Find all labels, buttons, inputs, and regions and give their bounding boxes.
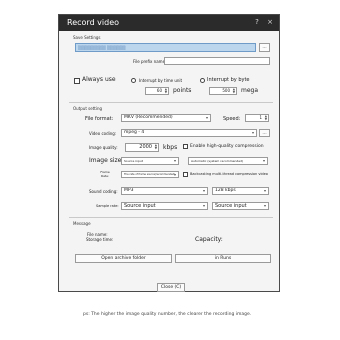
frame-rate-value: The rate of frame source(recommended) <box>124 173 176 176</box>
image-size-value: Source input <box>124 159 143 163</box>
speed-label: Speed: <box>223 116 241 122</box>
file-format-value: MKV (Recommended) <box>124 115 173 120</box>
video-coding-select[interactable]: mpeg - 4 ▾ <box>121 129 257 137</box>
chevron-down-icon: ▾ <box>262 158 265 163</box>
browse-path-button[interactable]: ... <box>259 43 270 52</box>
sound-bitrate-value: 128 kbps <box>215 188 236 193</box>
sample-rate-select[interactable]: Source input ▾ <box>121 202 208 210</box>
byte-stepper[interactable]: 500 ▲ ▼ <box>209 87 237 95</box>
time-stepper[interactable]: 60 ▲ ▼ <box>145 87 169 95</box>
image-size-label: Image size: <box>89 157 124 164</box>
caption-text: ps: The higher the image quality number,… <box>83 312 252 317</box>
multithread-checkbox[interactable] <box>183 172 188 177</box>
storage-time-label: Storage time: <box>86 237 114 242</box>
chevron-down-icon: ▾ <box>263 188 266 193</box>
output-setting-heading: Output setting <box>73 106 103 111</box>
speed-stepper[interactable]: 1 ▲ ▼ <box>245 114 269 122</box>
time-unit-label: points <box>173 87 192 94</box>
sound-bitrate-select[interactable]: 128 kbps ▾ <box>212 187 269 195</box>
file-prefix-input[interactable] <box>164 57 270 65</box>
quality-unit-label: kbps <box>163 144 178 151</box>
help-button[interactable]: ? <box>252 17 262 28</box>
image-size-select[interactable]: Source input ▾ <box>121 157 179 165</box>
chevron-down-icon: ▾ <box>202 188 205 193</box>
image-quality-label: Image quality: <box>89 145 118 150</box>
message-heading: Message <box>73 221 91 226</box>
spin-arrows-icon[interactable]: ▲ ▼ <box>165 88 167 94</box>
chevron-down-icon: ▾ <box>202 203 205 208</box>
close-button[interactable]: Close (C) <box>157 283 185 292</box>
always-use-label: Always use <box>82 76 116 83</box>
always-use-checkbox[interactable] <box>74 78 80 84</box>
spin-arrows-icon[interactable]: ▲ ▼ <box>155 144 157 150</box>
image-quality-value: 2000 <box>139 144 152 150</box>
title-bar: Record video ? × <box>59 15 279 31</box>
chevron-down-icon: ▾ <box>251 130 254 135</box>
multithread-label: Backcasting multi-thread compression vid… <box>190 172 268 176</box>
file-format-label: File format: <box>85 116 114 122</box>
divider <box>69 102 273 103</box>
chevron-down-icon: ▾ <box>263 203 266 208</box>
video-coding-label: Video coding: <box>89 131 117 136</box>
speed-value: 1 <box>259 115 262 120</box>
frame-rate-label: Frame Rate: <box>100 170 110 178</box>
interrupt-byte-radio[interactable] <box>200 78 205 83</box>
spin-arrows-icon[interactable]: ▲ ▼ <box>265 115 267 121</box>
close-icon[interactable]: × <box>265 17 275 28</box>
high-quality-checkbox[interactable] <box>183 144 188 149</box>
in-runs-button[interactable]: in Runs <box>175 254 271 263</box>
save-path-input[interactable]: ▒▒▒▒▒▒▒▒▒ ▒▒▒▒▒▒ <box>75 43 256 52</box>
chevron-down-icon: ▾ <box>173 172 176 177</box>
chevron-down-icon: ▾ <box>173 158 176 163</box>
frame-rate-select[interactable]: The rate of frame source(recommended) ▾ <box>121 171 179 178</box>
file-prefix-label: File prefix name: <box>133 59 167 64</box>
sample-rate-label: Sample rate: <box>96 204 119 208</box>
dialog-title: Record video <box>67 18 120 27</box>
interrupt-time-radio[interactable] <box>131 78 136 83</box>
chevron-down-icon: ▾ <box>205 115 208 120</box>
channel-value: Source input <box>215 203 247 209</box>
byte-unit-label: mega <box>241 87 259 94</box>
image-quality-stepper[interactable]: 2000 ▲ ▼ <box>125 143 159 152</box>
time-value: 60 <box>156 88 162 93</box>
codec-settings-button[interactable]: ... <box>259 129 270 137</box>
byte-value: 500 <box>222 88 230 93</box>
open-archive-folder-button[interactable]: Open archive folder <box>75 254 172 263</box>
video-coding-value: mpeg - 4 <box>124 130 145 135</box>
interrupt-time-label: Interrupt by time unit <box>139 78 183 83</box>
record-video-dialog: Record video ? × Save Settings ▒▒▒▒▒▒▒▒▒… <box>58 14 280 292</box>
save-settings-heading: Save Settings <box>73 35 101 40</box>
image-size-mode-select[interactable]: Automatic (system recommended) ▾ <box>188 157 268 165</box>
sound-coding-value: MP3 <box>124 188 134 193</box>
high-quality-label: Enable high-quality compression <box>190 144 264 149</box>
divider <box>69 217 273 218</box>
sound-coding-select[interactable]: MP3 ▾ <box>121 187 208 195</box>
channel-select[interactable]: Source input ▾ <box>212 202 269 210</box>
sample-rate-value: Source input <box>124 203 156 209</box>
interrupt-byte-label: Interrupt by byte <box>207 77 250 83</box>
sound-coding-label: Sound coding: <box>89 189 118 194</box>
file-format-select[interactable]: MKV (Recommended) ▾ <box>121 114 211 122</box>
image-size-mode-value: Automatic (system recommended) <box>191 159 244 163</box>
spin-arrows-icon[interactable]: ▲ ▼ <box>233 88 235 94</box>
capacity-label: Capacity: <box>195 236 223 243</box>
